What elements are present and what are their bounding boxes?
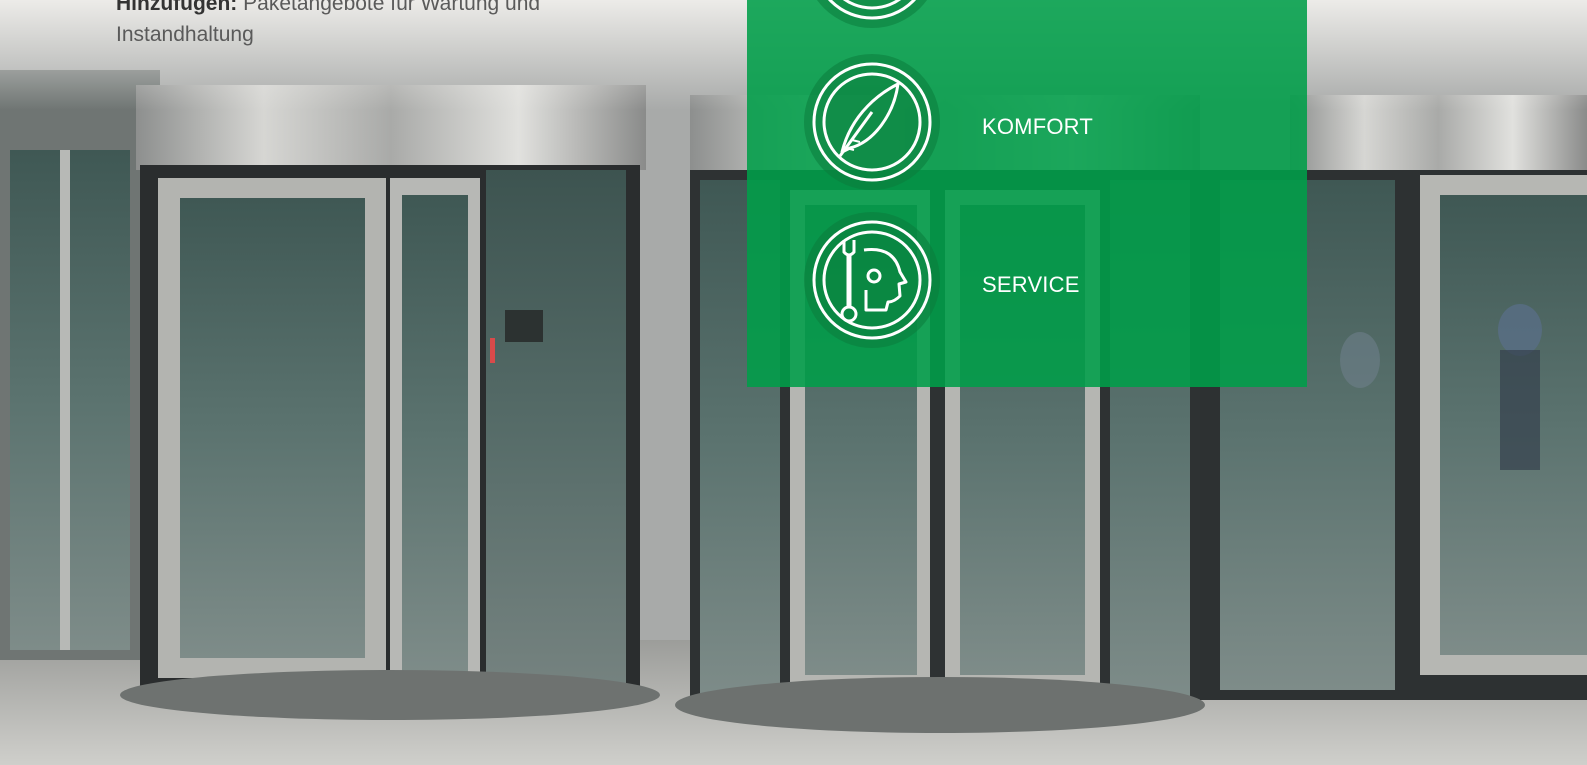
feature-label-service: SERVICE: [982, 272, 1080, 297]
intro-paragraph: Hinzufügen: Paketangebote für Wartung un…: [116, 0, 636, 50]
feature-row-komfort[interactable]: KOMFORT: [747, 52, 1307, 202]
wrench-service-icon: [804, 212, 940, 348]
feature-row-service[interactable]: SERVICE: [747, 210, 1307, 360]
clock-icon: [817, 0, 927, 28]
feather-icon: [804, 54, 940, 190]
features-panel: KOMFORT SERVICE: [747, 0, 1307, 387]
intro-bold-label: Hinzufügen:: [116, 0, 238, 15]
feature-label-komfort: KOMFORT: [982, 114, 1093, 139]
feature-row-clock[interactable]: [747, 0, 1307, 40]
